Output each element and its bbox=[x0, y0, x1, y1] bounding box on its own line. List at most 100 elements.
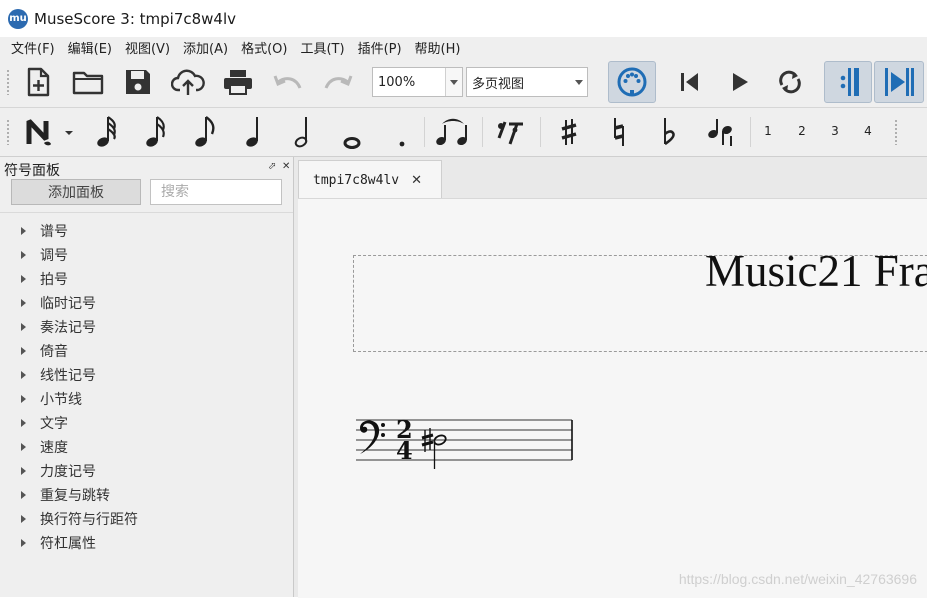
chevron-down-icon[interactable] bbox=[445, 68, 462, 96]
duration-whole-button[interactable] bbox=[333, 112, 371, 152]
flat-button[interactable] bbox=[650, 112, 688, 152]
close-icon[interactable]: ✕ bbox=[282, 161, 290, 172]
redo-button[interactable] bbox=[318, 62, 358, 102]
repeat-icon bbox=[840, 68, 859, 96]
palette-item-key-signatures[interactable]: 调号 bbox=[0, 243, 293, 267]
zoom-combo[interactable]: 100% bbox=[372, 67, 463, 97]
sixteenth-note-icon bbox=[195, 116, 215, 147]
duration-16th-button[interactable] bbox=[186, 112, 224, 152]
repeat-playback-button[interactable] bbox=[824, 61, 872, 103]
window-title: MuseScore 3: tmpi7c8w4lv bbox=[34, 9, 237, 28]
menu-file[interactable]: 文件(F) bbox=[11, 38, 55, 57]
palette-item-barlines[interactable]: 小节线 bbox=[0, 387, 293, 411]
palette-item-breaks-spacers[interactable]: 换行符与行距符 bbox=[0, 507, 293, 531]
palette-item-clefs[interactable]: 谱号 bbox=[0, 219, 293, 243]
midi-input-button[interactable] bbox=[608, 61, 656, 103]
note-input-toolbar: 1 2 3 4 bbox=[0, 108, 927, 157]
upload-online-button[interactable] bbox=[168, 62, 208, 102]
palette-item-repeats-jumps[interactable]: 重复与跳转 bbox=[0, 483, 293, 507]
expand-arrow-icon bbox=[21, 371, 26, 379]
open-file-button[interactable] bbox=[68, 62, 108, 102]
toolbar-grip[interactable] bbox=[6, 119, 10, 145]
note-input-mode-button[interactable] bbox=[20, 112, 78, 152]
sixty-fourth-note-icon bbox=[97, 116, 116, 147]
tie-button[interactable] bbox=[432, 112, 474, 152]
menu-format[interactable]: 格式(O) bbox=[241, 38, 287, 57]
menu-help[interactable]: 帮助(H) bbox=[415, 38, 461, 57]
chevron-down-icon[interactable] bbox=[571, 68, 587, 96]
print-button[interactable] bbox=[218, 62, 258, 102]
score-page[interactable]: Music21 Fra 2 4 bbox=[298, 198, 927, 598]
palette-item-tempo[interactable]: 速度 bbox=[0, 435, 293, 459]
menu-plugins[interactable]: 插件(P) bbox=[358, 38, 402, 57]
play-button[interactable] bbox=[720, 62, 760, 102]
expand-arrow-icon bbox=[21, 347, 26, 355]
duration-quarter-button[interactable] bbox=[234, 112, 272, 152]
menu-add[interactable]: 添加(A) bbox=[183, 38, 228, 57]
expand-arrow-icon bbox=[21, 443, 26, 451]
voice-1-button[interactable]: 1 bbox=[760, 124, 776, 138]
view-mode-value: 多页视图 bbox=[472, 76, 525, 92]
rewind-button[interactable] bbox=[670, 62, 710, 102]
voice-2-button[interactable]: 2 bbox=[794, 124, 810, 138]
loop-button[interactable] bbox=[770, 62, 810, 102]
note-input-icon bbox=[26, 119, 73, 146]
toolbar-separator bbox=[482, 117, 483, 147]
palette-item-articulations[interactable]: 奏法记号 bbox=[0, 315, 293, 339]
expand-arrow-icon bbox=[21, 419, 26, 427]
palette-search-input[interactable]: 搜索 bbox=[150, 179, 282, 205]
palette-panel: 符号面板 ⬀ ✕ 添加面板 搜索 谱号 调号 拍号 临时记号 奏法记号 倚音 线… bbox=[0, 157, 294, 597]
undo-button[interactable] bbox=[268, 62, 308, 102]
new-file-button[interactable] bbox=[18, 62, 58, 102]
save-button[interactable] bbox=[118, 62, 158, 102]
palette-item-label: 符杠属性 bbox=[40, 536, 96, 552]
whole-note-icon bbox=[343, 137, 361, 149]
score-tab[interactable]: tmpi7c8w4lv ✕ bbox=[298, 160, 442, 199]
palette-item-dynamics[interactable]: 力度记号 bbox=[0, 459, 293, 483]
thirty-second-note-icon bbox=[146, 116, 165, 147]
menu-edit[interactable]: 编辑(E) bbox=[68, 38, 112, 57]
undock-icon[interactable]: ⬀ bbox=[268, 161, 276, 172]
palette-item-grace-notes[interactable]: 倚音 bbox=[0, 339, 293, 363]
watermark: https://blog.csdn.net/weixin_42763696 bbox=[678, 571, 917, 587]
close-icon[interactable]: ✕ bbox=[411, 173, 422, 188]
palette-item-label: 线性记号 bbox=[40, 368, 96, 384]
view-mode-select[interactable]: 多页视图 bbox=[466, 67, 588, 97]
expand-arrow-icon bbox=[21, 395, 26, 403]
loop-icon bbox=[779, 70, 801, 94]
play-icon bbox=[733, 73, 748, 91]
palette-item-beam-properties[interactable]: 符杠属性 bbox=[0, 531, 293, 555]
divider bbox=[0, 212, 293, 213]
augmentation-dot-button[interactable] bbox=[385, 112, 419, 152]
flip-direction-button[interactable] bbox=[700, 112, 742, 152]
duration-32nd-button[interactable] bbox=[137, 112, 175, 152]
add-palette-button[interactable]: 添加面板 bbox=[11, 179, 141, 205]
menu-bar: 文件(F) 编辑(E) 视图(V) 添加(A) 格式(O) 工具(T) 插件(P… bbox=[0, 37, 927, 57]
palette-item-label: 重复与跳转 bbox=[40, 488, 110, 504]
pan-score-button[interactable] bbox=[874, 61, 924, 103]
palette-item-label: 临时记号 bbox=[40, 296, 96, 312]
palette-item-time-signatures[interactable]: 拍号 bbox=[0, 267, 293, 291]
menu-view[interactable]: 视图(V) bbox=[125, 38, 170, 57]
palette-item-text[interactable]: 文字 bbox=[0, 411, 293, 435]
menu-tools[interactable]: 工具(T) bbox=[300, 38, 344, 57]
toolbar-grip[interactable] bbox=[6, 69, 10, 95]
score-title[interactable]: Music21 Fra bbox=[705, 245, 927, 297]
palette-list: 谱号 调号 拍号 临时记号 奏法记号 倚音 线性记号 小节线 文字 速度 力度记… bbox=[0, 219, 293, 555]
palette-item-lines[interactable]: 线性记号 bbox=[0, 363, 293, 387]
duration-half-button[interactable] bbox=[283, 112, 321, 152]
toolbar-grip[interactable] bbox=[894, 119, 898, 145]
staff[interactable]: 2 4 bbox=[352, 414, 592, 494]
cloud-upload-icon bbox=[171, 69, 205, 95]
rest-button[interactable] bbox=[490, 112, 532, 152]
toolbar-separator bbox=[540, 117, 541, 147]
voice-3-button[interactable]: 3 bbox=[827, 124, 843, 138]
natural-button[interactable] bbox=[600, 112, 638, 152]
duration-64th-button[interactable] bbox=[88, 112, 126, 152]
tie-icon bbox=[436, 118, 467, 146]
half-note-icon bbox=[294, 117, 308, 148]
voice-4-button[interactable]: 4 bbox=[860, 124, 876, 138]
palette-item-label: 调号 bbox=[40, 248, 68, 264]
palette-item-accidentals[interactable]: 临时记号 bbox=[0, 291, 293, 315]
sharp-button[interactable] bbox=[550, 112, 588, 152]
